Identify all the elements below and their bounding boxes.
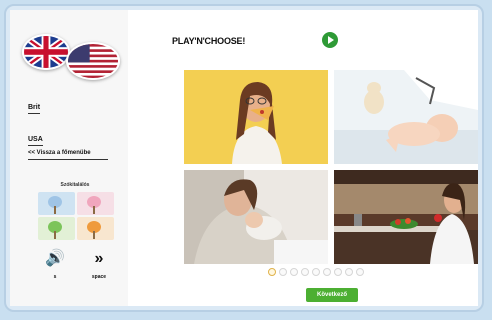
sound-control[interactable]: 🔊 s [42,250,68,280]
choice-photo-woman-eating-pizza[interactable] [184,70,328,164]
play-audio-button[interactable] [322,32,338,48]
game-title: Szókitalálós [60,182,90,188]
progress-dot [334,268,342,276]
sound-shortcut-label: s [53,274,57,280]
progress-dot [290,268,298,276]
progress-dot [323,268,331,276]
speaker-icon[interactable]: 🔊 [42,250,68,268]
back-to-main-menu-link[interactable]: << Vissza a főmenübe [28,150,108,160]
progress-dot-current [268,268,276,276]
thumb-tree-pink [77,192,114,215]
progress-dots [268,268,364,276]
progress-dot [345,268,353,276]
progress-dot [312,268,320,276]
progress-dot [279,268,287,276]
thumb-tree-green [38,217,75,240]
play-icon [328,36,334,44]
choice-photo-pregnant-woman-kitchen[interactable] [334,170,478,264]
progress-dot [301,268,309,276]
nav-item-usa[interactable]: USA [28,136,43,146]
flag-switcher [22,28,122,88]
choice-photo-mother-holding-baby[interactable] [184,170,328,264]
choice-photo-doctor-with-baby[interactable] [334,70,478,164]
game-area: PLAY'N'CHOOSE! Következő [128,10,478,306]
double-chevron-right-icon[interactable]: » [86,250,112,268]
game-heading: PLAY'N'CHOOSE! [172,36,246,46]
next-button[interactable]: Következő [306,288,358,302]
thumb-tree-blue [38,192,75,215]
sidebar: Brit USA << Vissza a főmenübe Szókitalál… [10,10,129,306]
next-control[interactable]: » space [86,250,112,280]
uk-flag-icon[interactable] [22,34,70,70]
progress-dot [356,268,364,276]
nav-item-brit[interactable]: Brit [28,104,41,114]
next-shortcut-label: space [91,274,107,280]
thumb-tree-orange [77,217,114,240]
game-thumbnail[interactable] [38,192,114,240]
us-flag-icon[interactable] [66,42,120,80]
